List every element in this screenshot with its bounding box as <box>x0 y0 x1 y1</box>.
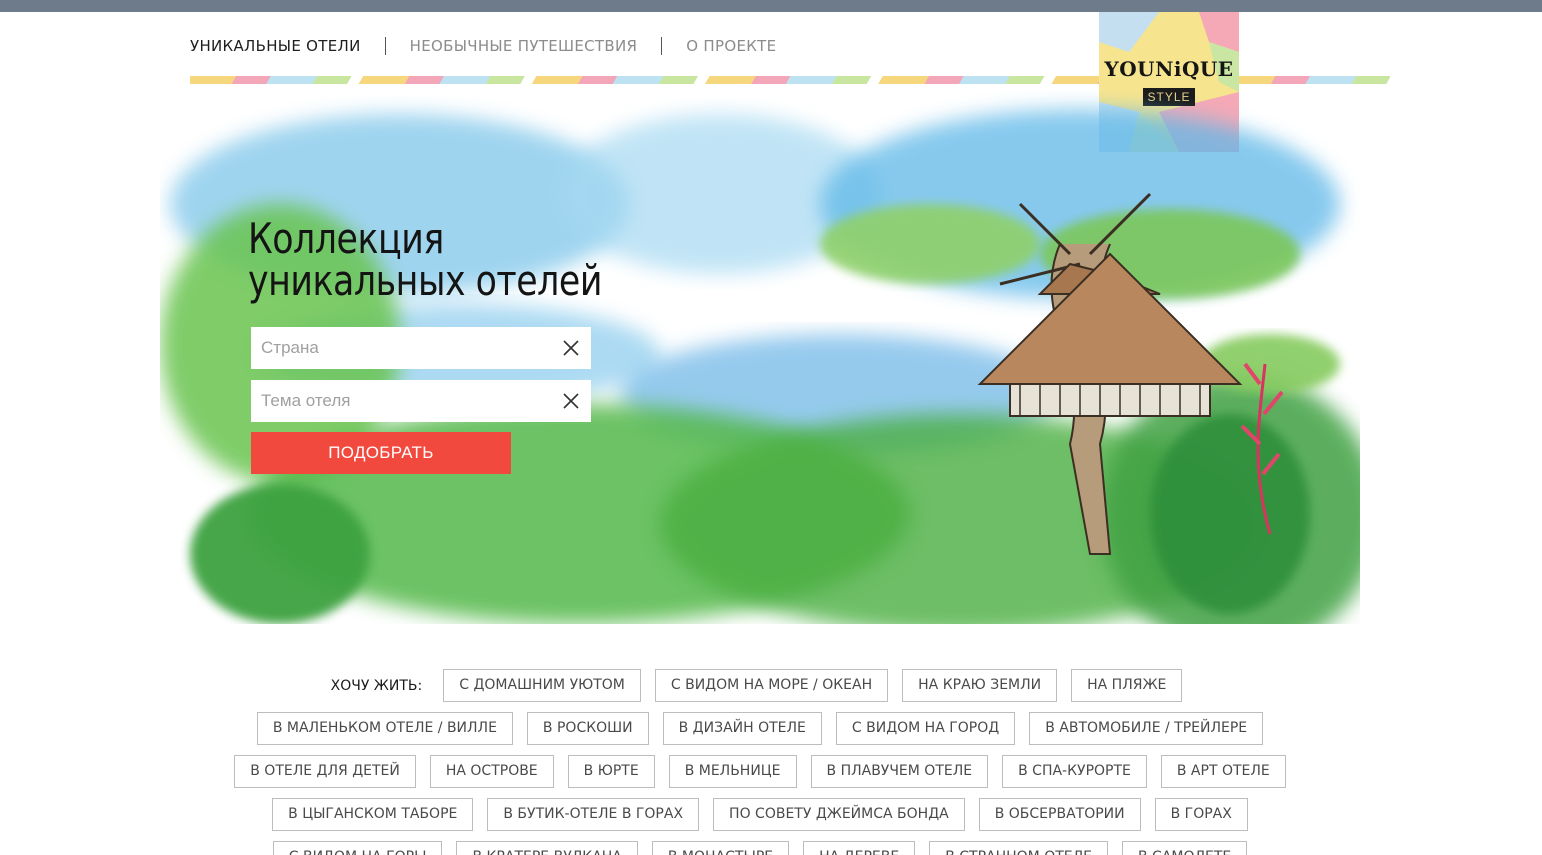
tag-button[interactable]: С ДОМАШНИМ УЮТОМ <box>443 669 641 702</box>
tag-row: В ЦЫГАНСКОМ ТАБОРЕ В БУТИК-ОТЕЛЕ В ГОРАХ… <box>160 798 1360 831</box>
tag-button[interactable]: С ВИДОМ НА ГОРЫ <box>272 841 443 855</box>
tag-button[interactable]: В ЮРТЕ <box>567 755 655 788</box>
tag-button[interactable]: В МАЛЕНЬКОМ ОТЕЛЕ / ВИЛЛЕ <box>256 712 513 745</box>
tag-button[interactable]: В ОТЕЛЕ ДЛЯ ДЕТЕЙ <box>234 755 416 788</box>
clear-theme-icon[interactable] <box>561 391 581 411</box>
nav-unusual-travel[interactable]: НЕОБЫЧНЫЕ ПУТЕШЕСТВИЯ <box>410 37 638 55</box>
tag-button[interactable]: В КРАТЕРЕ ВУЛКАНА <box>456 841 638 855</box>
tag-button[interactable]: В РОСКОШИ <box>526 712 649 745</box>
country-field <box>251 327 591 369</box>
top-browser-bar <box>0 0 1542 12</box>
tag-button[interactable]: НА ДЕРЕВЕ <box>803 841 916 855</box>
nav-separator <box>661 37 663 55</box>
theme-input[interactable] <box>251 381 551 421</box>
tag-row: В ОТЕЛЕ ДЛЯ ДЕТЕЙ НА ОСТРОВЕ В ЮРТЕ В МЕ… <box>160 755 1360 788</box>
tag-button[interactable]: В ОБСЕРВАТОРИИ <box>978 798 1141 831</box>
logo-wordmark: YOUNiQUE <box>1104 57 1234 81</box>
tag-button[interactable]: В ГОРАХ <box>1154 798 1248 831</box>
tag-button[interactable]: НА КРАЮ ЗЕМЛИ <box>902 669 1058 702</box>
tag-button[interactable]: В ПЛАВУЧЕМ ОТЕЛЕ <box>810 755 989 788</box>
nav-about[interactable]: О ПРОЕКТЕ <box>686 37 776 55</box>
main-nav: УНИКАЛЬНЫЕ ОТЕЛИ НЕОБЫЧНЫЕ ПУТЕШЕСТВИЯ О… <box>190 34 776 58</box>
tag-row: С ВИДОМ НА ГОРЫ В КРАТЕРЕ ВУЛКАНА В МОНА… <box>160 841 1360 855</box>
title-line-1: Коллекция <box>248 214 444 263</box>
want-to-live-label: ХОЧУ ЖИТЬ: <box>330 677 423 694</box>
tag-button[interactable]: В МОНАСТЫРЕ <box>651 841 790 855</box>
theme-field <box>251 380 591 422</box>
nav-unique-hotels[interactable]: УНИКАЛЬНЫЕ ОТЕЛИ <box>190 37 361 55</box>
clear-country-icon[interactable] <box>561 338 581 358</box>
tag-row: ХОЧУ ЖИТЬ: С ДОМАШНИМ УЮТОМ С ВИДОМ НА М… <box>160 669 1360 702</box>
tag-button[interactable]: В БУТИК-ОТЕЛЕ В ГОРАХ <box>487 798 700 831</box>
tag-button[interactable]: ПО СОВЕТУ ДЖЕЙМСА БОНДА <box>713 798 965 831</box>
tag-button[interactable]: В СТРАННОМ ОТЕЛЕ <box>929 841 1108 855</box>
tag-button[interactable]: В АВТОМОБИЛЕ / ТРЕЙЛЕРЕ <box>1029 712 1264 745</box>
page-title: Коллекция уникальных отелей <box>248 218 602 302</box>
tag-button[interactable]: С ВИДОМ НА ГОРОД <box>835 712 1016 745</box>
tag-button[interactable]: В АРТ ОТЕЛЕ <box>1160 755 1286 788</box>
country-input[interactable] <box>251 328 551 368</box>
tag-row: В МАЛЕНЬКОМ ОТЕЛЕ / ВИЛЛЕ В РОСКОШИ В ДИ… <box>160 712 1360 745</box>
tag-button[interactable]: НА ОСТРОВЕ <box>429 755 554 788</box>
tag-button[interactable]: В ЦЫГАНСКОМ ТАБОРЕ <box>272 798 474 831</box>
nav-separator <box>384 37 386 55</box>
tag-button[interactable]: С ВИДОМ НА МОРЕ / ОКЕАН <box>654 669 889 702</box>
tag-button[interactable]: НА ПЛЯЖЕ <box>1071 669 1183 702</box>
tag-button[interactable]: В САМОЛЕТЕ <box>1121 841 1248 855</box>
title-line-2: уникальных отелей <box>248 256 602 305</box>
tag-cloud: ХОЧУ ЖИТЬ: С ДОМАШНИМ УЮТОМ С ВИДОМ НА М… <box>160 669 1360 855</box>
find-hotel-button[interactable]: ПОДОБРАТЬ <box>251 432 511 474</box>
tag-button[interactable]: В СПА-КУРОРТЕ <box>1002 755 1147 788</box>
tag-button[interactable]: В МЕЛЬНИЦЕ <box>668 755 797 788</box>
tag-button[interactable]: В ДИЗАЙН ОТЕЛЕ <box>662 712 822 745</box>
